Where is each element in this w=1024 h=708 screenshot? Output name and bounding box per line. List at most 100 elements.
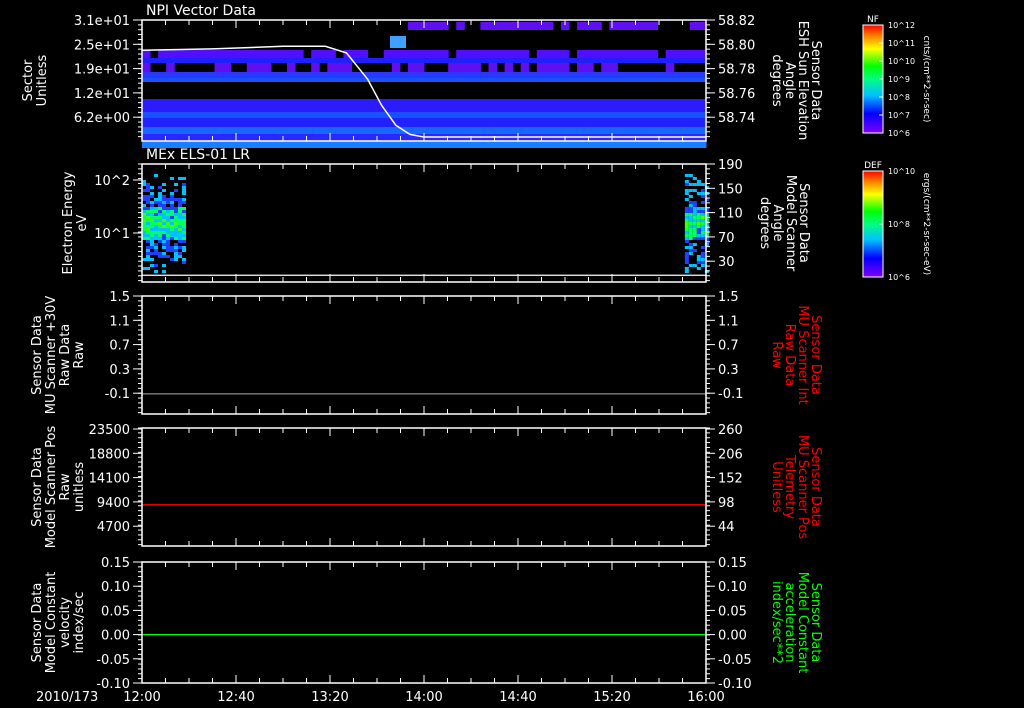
spectrogram-cell	[688, 189, 693, 192]
spectrogram-cell	[399, 112, 409, 118]
y-tick-label-left: 0.05	[101, 604, 130, 619]
spectrogram-cell	[688, 195, 693, 198]
spectrogram-cell	[415, 99, 425, 112]
spectrogram-cell	[367, 118, 377, 127]
spectrogram-cell	[158, 186, 162, 189]
spectrogram-cell	[174, 134, 183, 141]
spectrogram-cell	[335, 72, 344, 78]
y-axis-label-left: Sensor Data	[30, 583, 45, 663]
spectrogram-cell	[214, 112, 224, 118]
spectrogram-cell	[327, 134, 336, 141]
spectrogram-cell	[383, 78, 393, 82]
spectrogram-cell	[287, 134, 296, 141]
spectrogram-cell	[150, 225, 154, 228]
spectrogram-cell	[552, 50, 562, 58]
spectrogram-cell	[424, 58, 433, 63]
spectrogram-cell	[689, 127, 699, 134]
spectrogram-cell	[512, 72, 522, 78]
spectrogram-cell	[665, 141, 675, 148]
spectrogram-cell	[633, 78, 643, 82]
spectrogram-cell	[585, 22, 594, 30]
spectrogram-cell	[688, 249, 693, 252]
spectrogram-cell	[166, 134, 175, 141]
spectrogram-cell	[641, 112, 651, 118]
spectrogram-cell	[174, 237, 178, 240]
spectrogram-cell	[391, 58, 401, 63]
spectrogram-cell	[689, 22, 699, 30]
spectrogram-cell	[577, 127, 586, 134]
spectrogram-cell	[424, 118, 433, 127]
spectrogram-cell	[696, 255, 701, 258]
spectrogram-cell	[407, 112, 417, 118]
spectrogram-cell	[166, 112, 175, 118]
spectrogram-cell	[585, 78, 594, 82]
y-tick-label-right: 0.10	[718, 580, 747, 595]
spectrogram-cell	[158, 225, 162, 228]
spectrogram-cell	[665, 99, 675, 112]
spectrogram-cell	[246, 127, 256, 134]
spectrogram-cell	[577, 118, 586, 127]
spectrogram-cell	[246, 99, 256, 112]
spectrogram-cell	[182, 78, 191, 82]
spectrogram-cell	[415, 141, 425, 148]
y-tick-label-right: 110	[718, 207, 743, 222]
spectrogram-cell	[696, 225, 701, 228]
spectrogram-cell	[214, 72, 224, 78]
spectrogram-cell	[178, 201, 182, 204]
spectrogram-cell	[359, 50, 369, 58]
y-tick-label-left: 23500	[89, 423, 130, 438]
spectrogram-cell	[166, 72, 175, 78]
spectrogram-cell	[270, 72, 280, 78]
spectrogram-cell	[174, 222, 178, 225]
spectrogram-cell	[673, 78, 683, 82]
spectrogram-cell	[154, 213, 158, 216]
spectrogram-cell	[154, 174, 158, 177]
spectrogram-cell	[198, 134, 207, 141]
spectrogram-cell	[415, 118, 425, 127]
spectrogram-cell	[174, 213, 178, 216]
spectrogram-cell	[480, 112, 489, 118]
spectrogram-cell	[681, 50, 691, 58]
spectrogram-cell	[158, 255, 162, 258]
spectrogram-cell	[150, 192, 154, 195]
spectrogram-cell	[150, 112, 159, 118]
spectrogram-cell	[178, 228, 182, 231]
y-tick-label-right: 1.5	[718, 290, 739, 305]
spectrogram-cell	[262, 78, 272, 82]
spectrogram-cell	[456, 99, 465, 112]
spectrogram-cell	[166, 255, 170, 258]
spectrogram-cell	[319, 112, 328, 118]
y-tick-label-left: 0.00	[101, 629, 130, 644]
spectrogram-cell	[700, 237, 705, 240]
spectrogram-cell	[696, 216, 701, 219]
spectrogram-cell	[174, 255, 178, 258]
spectrogram-cell	[359, 99, 369, 112]
spectrogram-cell	[512, 141, 522, 148]
spectrogram-cell	[158, 201, 162, 204]
spectrogram-cell	[178, 207, 182, 210]
spectrogram-cell	[488, 127, 498, 134]
spectrogram-cell	[625, 99, 634, 112]
spectrogram-cell	[496, 58, 506, 63]
spectrogram-cell	[295, 134, 304, 141]
y-tick-label-left: 10^1	[94, 227, 130, 242]
spectrogram-cell	[432, 141, 441, 148]
spectrogram-cell	[552, 63, 562, 72]
panel-4: 23500 18800 14100 9400 4700 260 206 152 98 44 Sens…	[30, 423, 823, 548]
y-tick-label-left: 1.5	[109, 290, 130, 305]
spectrogram-cell	[496, 50, 506, 58]
spectrogram-cell	[295, 58, 304, 63]
spectrogram-cell	[688, 237, 693, 240]
spectrogram-cell	[351, 50, 361, 58]
spectrogram-cell	[230, 78, 240, 82]
spectrogram-cell	[222, 63, 232, 72]
spectrogram-cell	[480, 118, 489, 127]
spectrogram-cell	[440, 72, 449, 78]
y-tick-label-left: 2.5e+01	[74, 38, 130, 53]
spectrogram-cell	[424, 22, 433, 30]
spectrogram-cell	[544, 22, 554, 30]
spectrogram-cell	[178, 204, 182, 207]
spectrogram-cell	[625, 127, 634, 134]
y-tick-label-right: 98	[718, 496, 735, 511]
spectrogram-cell	[162, 219, 166, 222]
